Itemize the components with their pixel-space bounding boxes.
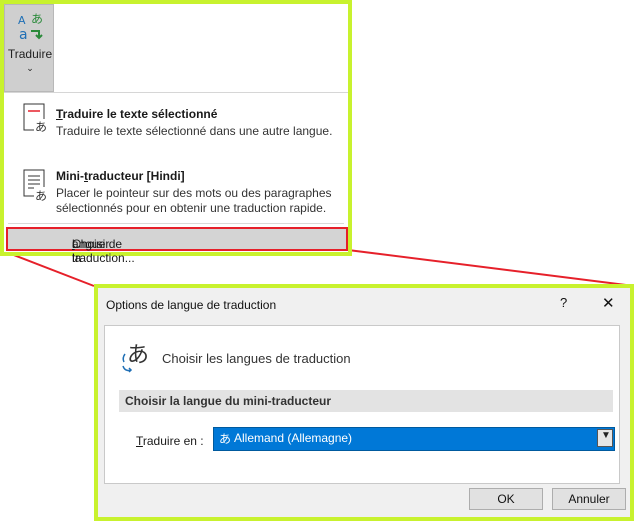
translate-document-icon: あ [23,103,48,134]
translate-ribbon-button[interactable]: A あ a Traduire ⌄ [4,4,54,92]
close-button[interactable]: ✕ [602,294,615,312]
menu-item-description-line2: sélectionnés pour en obtenir une traduct… [56,201,327,215]
dialog-content-panel: あ Choisir les langues de traduction Choi… [104,325,620,484]
menu-item-title: Mini-traducteur [Hindi] [56,169,185,183]
svg-text:あ: あ [31,12,43,26]
menu-item-description-line1: Placer le pointeur sur des mots ou des p… [56,186,332,200]
svg-text:A: A [18,14,26,27]
dialog-title: Options de langue de traduction [106,298,277,312]
translate-icon: A あ a [18,12,43,41]
ok-button[interactable]: OK [469,488,543,510]
svg-text:あ: あ [35,120,47,134]
choose-translation-language-item[interactable]: Choisir la l angue de traduction... [6,227,348,265]
menu-item-mini-translator[interactable]: あ Mini-traducteur [Hindi] Placer le poin… [4,163,348,219]
cancel-button[interactable]: Annuler [552,488,626,510]
menu-item-translate-selection[interactable]: あ Traduire le texte sélectionné Traduire… [4,101,348,147]
section-title: Choisir la langue du mini-traducteur [125,394,332,408]
translate-languages-icon: あ [122,343,149,373]
dialog-heading: Choisir les langues de traduction [162,351,351,366]
chevron-down-icon: ▼ [601,430,611,441]
mini-translator-section-header: Choisir la langue du mini-traducteur [119,390,613,412]
translation-language-options-dialog: Options de langue de traduction ? ✕ あ Ch… [94,284,634,521]
translate-button-label: Traduire [7,47,53,61]
language-glyph-icon: あ [219,432,232,446]
svg-text:a: a [19,27,28,41]
mini-translator-icon: あ [23,169,48,203]
svg-text:あ: あ [35,189,47,203]
help-button[interactable]: ? [560,295,567,310]
menu-item-title: Traduire le texte sélectionné [56,107,218,121]
chevron-down-icon: ⌄ [26,63,34,73]
dropdown-arrow-button[interactable]: ▼ [597,429,613,447]
menu-divider [8,223,344,224]
selected-language-value: Allemand (Allemagne) [234,431,353,445]
translate-to-label: Traduire en : [136,434,204,448]
menu-item-description: Traduire le texte sélectionné dans une a… [56,124,333,138]
svg-text:あ: あ [127,343,149,368]
translate-to-select[interactable]: あ Allemand (Allemagne) ▼ [213,427,615,451]
